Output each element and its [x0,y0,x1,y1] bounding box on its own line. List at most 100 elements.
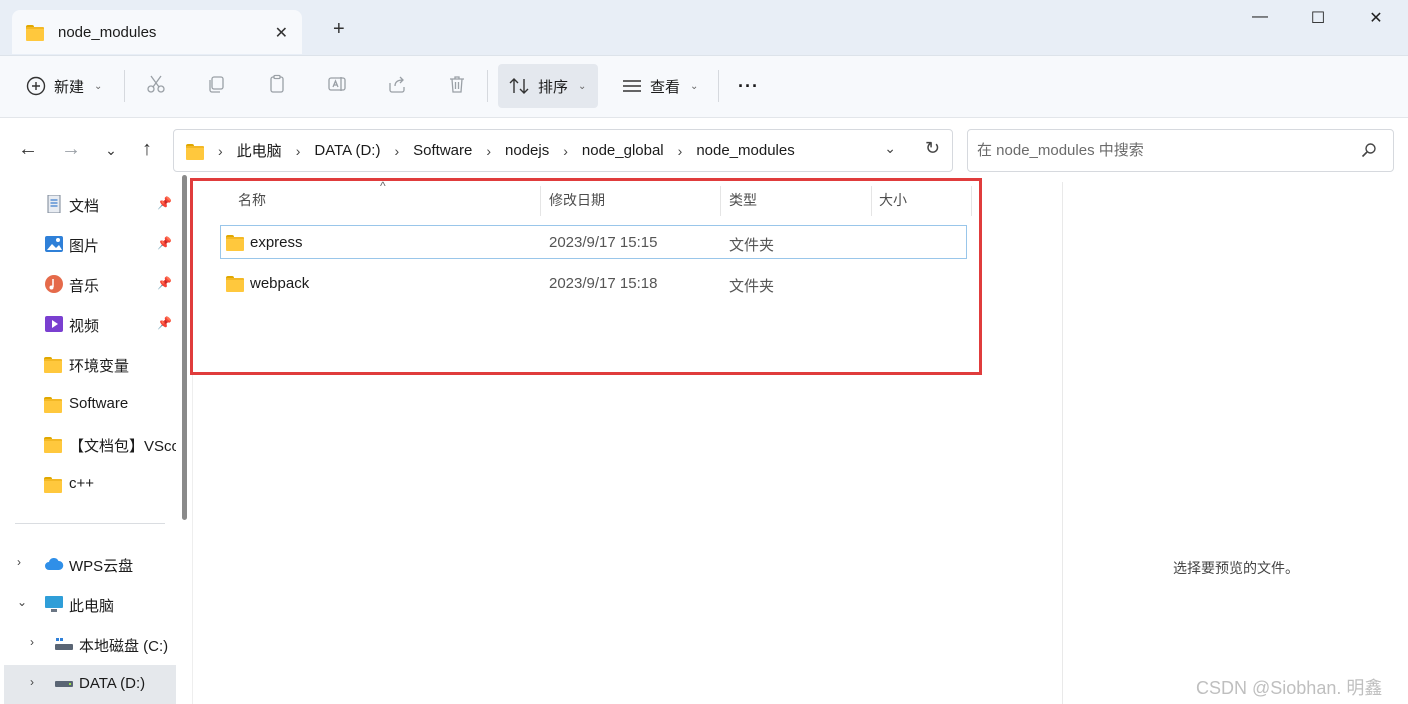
column-divider[interactable] [540,186,541,216]
chevron-down-icon[interactable]: ⌄ [17,595,27,609]
share-icon[interactable] [385,72,409,96]
sidebar-item-docs-package[interactable]: 【文档包】VScode [4,425,176,463]
file-type: 文件夹 [729,278,775,295]
copy-icon[interactable] [204,72,228,96]
sidebar-item-wps-cloud[interactable]: › WPS云盘 [4,545,176,583]
up-arrow-icon[interactable]: ↑ [135,138,159,161]
title-bar: node_modules ✕ + — ☐ ✕ [0,0,1408,56]
sidebar-item-label: 本地磁盘 (C:) [79,638,169,655]
sidebar-item-label: Software [69,395,129,412]
chevron-right-icon[interactable]: › [30,675,34,689]
divider [718,70,719,102]
sidebar-item-label: 视频 [69,318,100,335]
sidebar-item-software[interactable]: Software [4,385,176,423]
search-input[interactable] [968,130,1348,171]
close-window-button[interactable]: ✕ [1360,8,1392,32]
tab-title: node_modules [58,23,157,41]
tab-close-button[interactable]: ✕ [275,23,288,43]
refresh-icon[interactable]: ↻ [925,138,940,159]
chevron-right-icon[interactable]: › [30,635,34,649]
pictures-icon [45,236,63,252]
pin-icon: 📌 [157,236,172,250]
folder-icon [44,357,62,373]
cut-icon[interactable] [144,72,168,96]
breadcrumb-software[interactable]: Software [413,142,472,159]
new-tab-button[interactable]: + [333,18,345,41]
breadcrumb-nodejs[interactable]: nodejs [505,142,549,159]
column-divider[interactable] [971,186,972,216]
delete-icon[interactable] [445,72,469,96]
pin-icon: 📌 [157,316,172,330]
sort-button[interactable]: 排序 ⌄ [498,64,598,108]
breadcrumb-this-pc[interactable]: 此电脑 [237,140,282,161]
sidebar-item-local-disk-c[interactable]: › 本地磁盘 (C:) [4,625,176,663]
sidebar-scrollbar[interactable] [182,175,187,520]
sidebar-item-label: 【文档包】VScode [69,438,176,455]
folder-icon [226,276,244,292]
column-divider[interactable] [720,186,721,216]
music-icon [45,275,63,293]
paste-icon[interactable] [265,72,289,96]
back-arrow-icon[interactable]: ← [16,138,40,161]
sidebar-item-cpp[interactable]: c++ [4,465,176,503]
divider [124,70,125,102]
chevron-down-icon: ⌄ [690,80,699,92]
pin-icon: 📌 [157,196,172,210]
maximize-button[interactable]: ☐ [1302,8,1334,32]
breadcrumb-node-modules[interactable]: node_modules [696,142,794,159]
column-header-name[interactable]: 名称 [238,182,266,218]
sidebar-item-env-vars[interactable]: 环境变量 [4,345,176,383]
search-box[interactable] [967,129,1394,172]
table-row[interactable]: webpack 2023/9/17 15:18 文件夹 [220,266,967,300]
rename-icon[interactable] [325,72,349,96]
breadcrumb-node-global[interactable]: node_global [582,142,664,159]
drive-icon [55,638,73,650]
chevron-right-icon[interactable]: › [17,555,21,569]
file-name[interactable]: webpack [250,275,309,292]
breadcrumb-separator-icon[interactable]: › [563,143,568,159]
folder-icon [226,235,244,251]
breadcrumb-separator-icon[interactable]: › [678,143,683,159]
drive-icon [55,681,73,687]
sort-label: 排序 [538,78,569,96]
sidebar-item-pictures[interactable]: 图片 📌 [4,225,176,263]
recent-locations-chevron-icon[interactable]: ⌄ [99,142,123,159]
breadcrumb-data-d[interactable]: DATA (D:) [314,142,380,159]
sidebar-item-data-d[interactable]: › DATA (D:) [4,665,176,704]
minimize-button[interactable]: — [1244,8,1276,32]
breadcrumb-separator-icon[interactable]: › [394,143,399,159]
address-bar[interactable]: › 此电脑 › DATA (D:) › Software › nodejs › … [173,129,953,172]
forward-arrow-icon[interactable]: → [59,138,83,161]
plus-circle-icon [26,76,46,96]
sidebar-item-label: 音乐 [69,278,100,295]
address-history-chevron-icon[interactable]: ⌄ [884,140,896,157]
sidebar-item-documents[interactable]: 文档 📌 [4,185,176,223]
file-name[interactable]: express [250,234,303,251]
column-divider[interactable] [871,186,872,216]
column-header-type[interactable]: 类型 [729,182,757,218]
new-button[interactable]: 新建 ⌄ [26,64,102,108]
cloud-icon [45,557,64,570]
sidebar-item-label: 文档 [69,198,100,215]
sidebar-item-this-pc[interactable]: ⌄ 此电脑 [4,585,176,623]
view-button[interactable]: 查看 ⌄ [622,64,698,108]
breadcrumb-separator-icon[interactable]: › [218,143,223,159]
view-list-icon [623,80,641,92]
file-list: ^ 名称 修改日期 类型 大小 express 2023/9/17 15:15 … [192,179,1062,704]
sidebar-item-videos[interactable]: 视频 📌 [4,305,176,343]
sort-icon [509,78,529,94]
sidebar-item-music[interactable]: 音乐 📌 [4,265,176,303]
breadcrumb-separator-icon[interactable]: › [296,143,301,159]
table-row[interactable]: express 2023/9/17 15:15 文件夹 [220,225,967,259]
column-header-date[interactable]: 修改日期 [549,182,605,218]
sidebar-item-label: 图片 [69,238,100,255]
computer-icon [45,596,63,612]
tab-node-modules[interactable]: node_modules ✕ [12,10,302,54]
new-label: 新建 [54,78,85,96]
sidebar-item-label: DATA (D:) [79,675,146,692]
column-header-size[interactable]: 大小 [879,182,907,218]
breadcrumb-separator-icon[interactable]: › [486,143,491,159]
search-icon[interactable] [1361,142,1377,161]
more-options-button[interactable]: ··· [738,64,759,108]
file-date: 2023/9/17 15:15 [549,234,658,251]
